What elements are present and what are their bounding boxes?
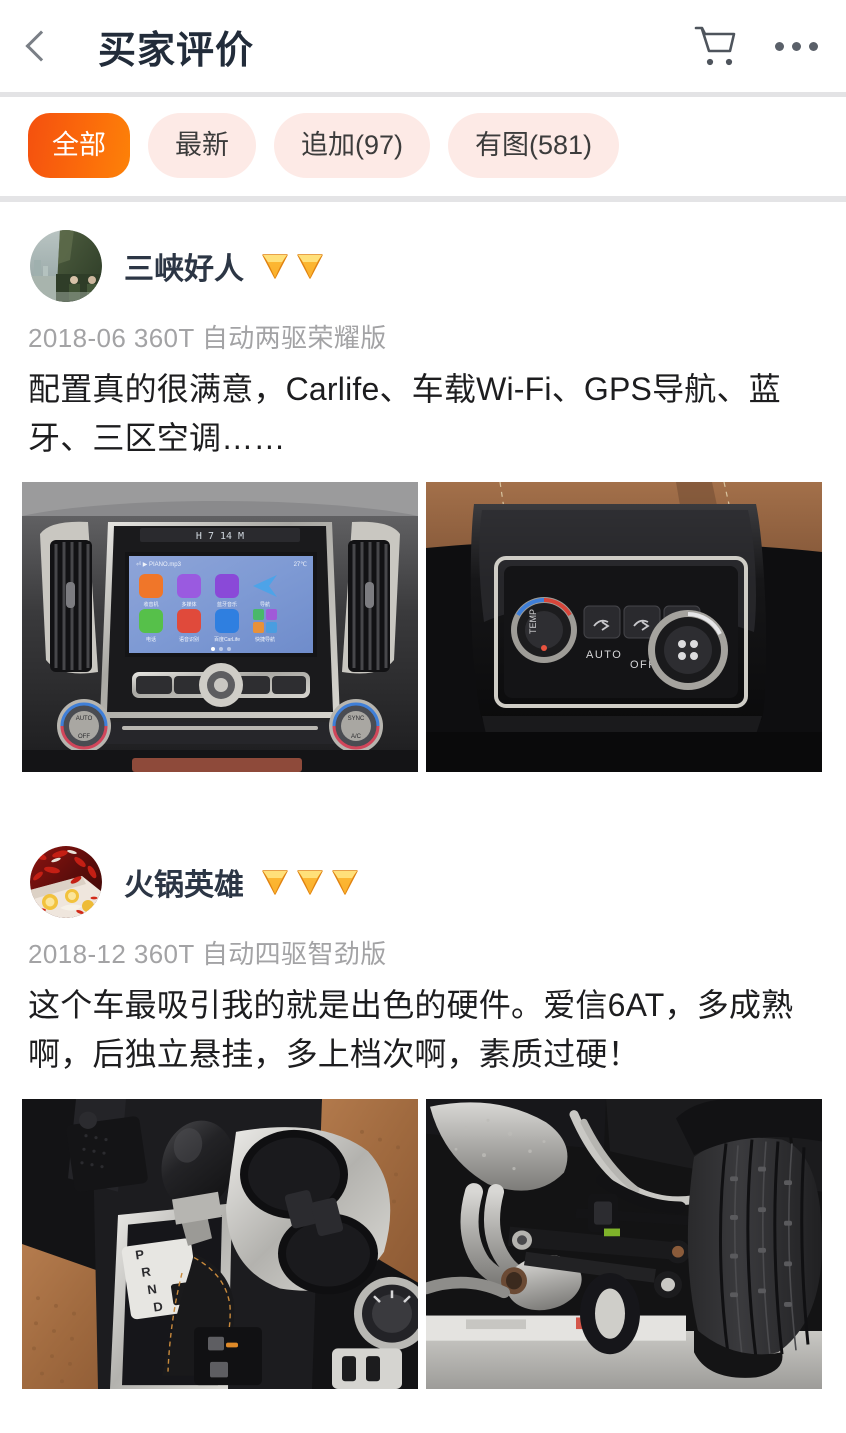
review-photo[interactable]: TEMP AUTO OFF <box>426 482 822 773</box>
back-button[interactable] <box>24 18 70 74</box>
shopping-cart-icon[interactable] <box>693 24 739 68</box>
review-username: 三峡好人 <box>124 253 244 286</box>
undercarriage-suspension-tire-photo <box>426 1098 822 1389</box>
svg-text:⏎ ▶ PIANO.mp3: ⏎ ▶ PIANO.mp3 <box>136 561 182 568</box>
filter-tab-newest[interactable]: 最新 <box>148 113 256 178</box>
svg-text:H 7 14 M: H 7 14 M <box>196 531 244 542</box>
svg-text:蓝牙音乐: 蓝牙音乐 <box>217 601 237 608</box>
svg-text:收音机: 收音机 <box>143 601 158 608</box>
svg-text:TEMP: TEMP <box>528 609 538 634</box>
dot <box>792 41 801 51</box>
review-list: 三峡好人 2018-06 360T 自动两驱荣耀版 配置真的很满意，Carlif… <box>0 202 846 1389</box>
review-meta: 2018-12 360T 自动四驱智劲版 <box>28 939 387 970</box>
gem-icon <box>262 870 288 895</box>
svg-text:27℃: 27℃ <box>294 561 308 568</box>
gem-icon <box>332 870 358 895</box>
review-text: 配置真的很满意，Carlife、车载Wi-Fi、GPS导航、蓝牙、三区空调…… <box>28 371 781 456</box>
review-photo[interactable]: H 7 14 M ⏎ ▶ PIANO.mp3 27℃ 收音机 多媒体 蓝牙音乐 … <box>22 482 418 773</box>
review-photos: P R N D <box>0 1079 846 1389</box>
dot <box>809 41 818 51</box>
svg-text:快捷导航: 快捷导航 <box>255 636 275 643</box>
svg-text:AUTO: AUTO <box>586 649 622 661</box>
review-header: 火锅英雄 <box>0 818 846 919</box>
header-actions <box>693 24 820 68</box>
app-header: 买家评价 <box>0 0 846 92</box>
rank-gem-badges <box>260 868 360 896</box>
review-item: 三峡好人 2018-06 360T 自动两驱荣耀版 配置真的很满意，Carlif… <box>0 202 846 773</box>
svg-text:OFF: OFF <box>78 734 90 740</box>
filter-tabs: 全部 最新 追加(97) 有图(581) <box>0 97 846 196</box>
svg-text:导航: 导航 <box>260 601 270 608</box>
review-photo[interactable] <box>426 1098 822 1389</box>
svg-text:百度CarLife: 百度CarLife <box>214 636 240 643</box>
review-item: 火锅英雄 2018-12 360T 自动四驱智劲版 这个车最吸引我的就是出色的硬… <box>0 818 846 1389</box>
svg-text:语音识别: 语音识别 <box>179 636 199 643</box>
review-separator <box>0 772 846 818</box>
filter-tab-with-images[interactable]: 有图(581) <box>448 113 620 178</box>
filter-tab-all[interactable]: 全部 <box>28 113 130 178</box>
review-photo[interactable]: P R N D <box>22 1098 418 1389</box>
page-title: 买家评价 <box>98 29 255 72</box>
avatar[interactable] <box>30 846 102 919</box>
review-photos: H 7 14 M ⏎ ▶ PIANO.mp3 27℃ 收音机 多媒体 蓝牙音乐 … <box>0 462 846 773</box>
more-horizontal-icon[interactable] <box>773 34 820 59</box>
chevron-left-icon <box>25 30 57 62</box>
gem-icon <box>297 254 323 279</box>
svg-text:A/C: A/C <box>351 734 362 740</box>
gem-icon <box>297 870 323 895</box>
review-header: 三峡好人 <box>0 202 846 302</box>
filter-tab-additional[interactable]: 追加(97) <box>274 113 431 178</box>
gem-icon <box>262 254 288 279</box>
svg-text:电话: 电话 <box>146 636 156 643</box>
svg-text:SYNC: SYNC <box>348 716 365 722</box>
svg-text:多媒体: 多媒体 <box>181 601 196 608</box>
svg-text:AUTO: AUTO <box>76 716 93 722</box>
review-text: 这个车最吸引我的就是出色的硬件。爱信6AT，多成熟啊，后独立悬挂，多上档次啊，素… <box>28 987 794 1072</box>
user-avatar-photo <box>30 230 102 302</box>
gear-shifter-center-console-photo: P R N D <box>22 1098 418 1389</box>
avatar[interactable] <box>30 230 102 302</box>
rank-gem-badges <box>260 252 325 280</box>
rear-climate-control-panel-photo: TEMP AUTO OFF <box>426 482 822 773</box>
review-username: 火锅英雄 <box>124 869 244 903</box>
car-dashboard-infotainment-photo: H 7 14 M ⏎ ▶ PIANO.mp3 27℃ 收音机 多媒体 蓝牙音乐 … <box>22 482 418 773</box>
review-meta: 2018-06 360T 自动两驱荣耀版 <box>28 323 387 353</box>
dot <box>775 41 784 51</box>
user-avatar-photo <box>30 846 102 919</box>
